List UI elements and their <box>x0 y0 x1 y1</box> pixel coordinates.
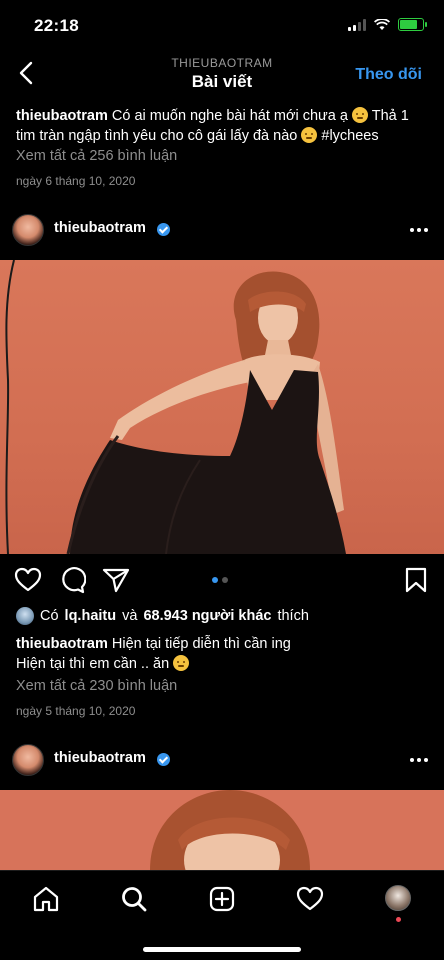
avatar[interactable] <box>12 744 44 776</box>
profile-icon <box>385 885 411 911</box>
avatar[interactable] <box>12 214 44 246</box>
caption-text-1: Có ai muốn nghe bài hát mới chưa ạ <box>111 108 348 124</box>
post-username[interactable]: thieubaotram <box>54 220 146 236</box>
follow-button[interactable]: Theo dõi <box>355 66 422 84</box>
post-date: ngày 6 tháng 10, 2020 <box>16 174 136 188</box>
more-icon[interactable] <box>410 228 428 232</box>
more-icon[interactable] <box>410 758 428 762</box>
post-header: thieubaotram <box>0 732 444 788</box>
bookmark-icon[interactable] <box>402 566 430 594</box>
nav-bar: THIEUBAOTRAM Bài viết Theo dõi <box>0 50 444 98</box>
liked-by-user[interactable]: lq.haitu <box>65 608 117 624</box>
comment-icon[interactable] <box>58 566 86 594</box>
search-icon[interactable] <box>120 885 148 913</box>
likes-count[interactable]: 68.943 người khác <box>143 608 271 624</box>
post-caption: thieubaotram Hiện tại tiếp diễn thì cần … <box>16 634 428 674</box>
caption-line-2: Hiện tại thì em cần .. ăn <box>16 656 170 672</box>
add-icon[interactable] <box>208 885 236 913</box>
profile-tab[interactable] <box>385 885 413 913</box>
avatar <box>16 607 34 625</box>
notification-dot <box>396 917 401 922</box>
activity-icon[interactable] <box>296 885 324 913</box>
verified-icon <box>157 223 170 236</box>
home-indicator <box>143 947 301 952</box>
caption-username[interactable]: thieubaotram <box>16 108 108 124</box>
likes-suffix: thích <box>277 608 309 624</box>
caption-username[interactable]: thieubaotram <box>16 636 108 652</box>
carousel-indicator <box>212 577 228 583</box>
emoji-icon <box>173 655 190 671</box>
post-date: ngày 5 tháng 10, 2020 <box>16 704 136 718</box>
likes-prefix: Có <box>40 608 59 624</box>
post-image[interactable] <box>0 260 444 554</box>
post-header: thieubaotram <box>0 202 444 258</box>
signal-icon <box>348 18 366 31</box>
emoji-icon <box>351 107 368 123</box>
share-icon[interactable] <box>102 566 130 594</box>
home-icon[interactable] <box>32 885 60 913</box>
post-actions <box>0 566 444 596</box>
heart-icon[interactable] <box>14 566 42 594</box>
view-comments-link[interactable]: Xem tất cả 230 bình luận <box>16 678 177 694</box>
likes-middle: và <box>122 608 138 624</box>
status-icons <box>348 18 427 31</box>
verified-icon <box>157 753 170 766</box>
likes-row: Có lq.haitu và 68.943 người khác thích <box>16 607 309 625</box>
post-username[interactable]: thieubaotram <box>54 750 146 766</box>
view-comments-link[interactable]: Xem tất cả 256 bình luận <box>16 148 177 164</box>
caption-line-1: Hiện tại tiếp diễn thì cần ing <box>111 636 291 652</box>
status-bar: 22:18 <box>0 0 444 50</box>
battery-icon <box>398 18 427 31</box>
caption-hashtag[interactable]: #lychees <box>321 128 378 144</box>
wifi-icon <box>374 18 390 30</box>
emoji-icon <box>301 127 318 143</box>
tab-bar <box>0 870 444 960</box>
status-time: 22:18 <box>34 16 79 35</box>
top-post-caption: thieubaotram Có ai muốn nghe bài hát mới… <box>16 106 428 146</box>
post-image[interactable] <box>0 790 444 870</box>
